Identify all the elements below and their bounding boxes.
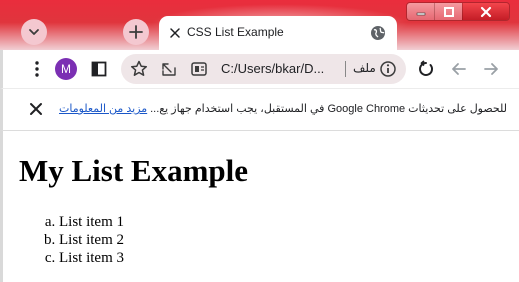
learn-more-link[interactable]: مزيد من المعلومات [59, 102, 147, 115]
globe-icon [371, 26, 385, 40]
more-vert-icon[interactable] [27, 59, 47, 79]
share-icon[interactable] [159, 59, 179, 79]
tab-search-button[interactable] [21, 19, 47, 45]
list-item: List item 2 [59, 231, 124, 249]
back-icon[interactable] [449, 59, 469, 79]
close-icon[interactable] [29, 102, 43, 116]
plus-icon [129, 25, 143, 39]
bookmark-star-icon[interactable] [129, 59, 149, 79]
tab-title: CSS List Example [187, 25, 284, 39]
address-bar[interactable]: C:/Users/bkar/D... ملف [121, 54, 406, 84]
chevron-down-icon [29, 29, 39, 35]
reload-icon[interactable] [416, 59, 436, 79]
new-tab-button[interactable] [123, 19, 149, 45]
profile-avatar[interactable]: M [55, 58, 77, 80]
maximize-button[interactable] [434, 3, 462, 20]
address-divider [345, 61, 346, 77]
page-viewport: My List Example List item 1 List item 2 … [0, 130, 519, 282]
tab-close-icon[interactable] [168, 26, 182, 40]
site-info-icon[interactable] [378, 59, 398, 79]
maximize-icon [443, 6, 454, 17]
forward-icon[interactable] [481, 59, 501, 79]
browser-toolbar: M C:/Users/bkar/D... ملف [0, 50, 519, 88]
page-heading: My List Example [19, 153, 249, 188]
side-panel-icon[interactable] [89, 59, 109, 79]
minimize-button[interactable] [407, 3, 435, 20]
install-app-icon[interactable] [189, 59, 209, 79]
ordered-list: List item 1 List item 2 List item 3 [59, 213, 124, 267]
list-item: List item 1 [59, 213, 124, 231]
active-tab[interactable]: CSS List Example [159, 16, 397, 52]
list-item: List item 3 [59, 249, 124, 267]
close-icon [480, 6, 492, 17]
file-scheme-label: ملف [353, 61, 376, 75]
minimize-icon [416, 12, 426, 15]
window-close-button[interactable] [461, 3, 509, 20]
update-infobar: مزيد من المعلومات للحصول على تحديثات Goo… [0, 88, 519, 130]
window-controls [406, 2, 510, 21]
browser-title-bar: CSS List Example [0, 0, 519, 52]
infobar-message: للحصول على تحديثات Google Chrome في المس… [150, 103, 507, 115]
address-bar-url[interactable]: C:/Users/bkar/D... [221, 61, 324, 76]
